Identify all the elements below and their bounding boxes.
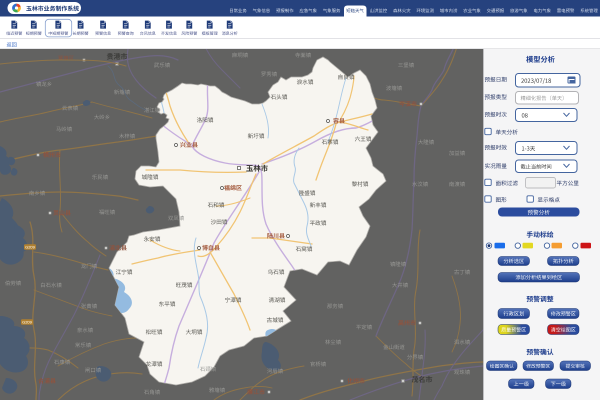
- svg-text:G209: G209: [22, 319, 33, 324]
- svg-text:G209: G209: [25, 244, 36, 249]
